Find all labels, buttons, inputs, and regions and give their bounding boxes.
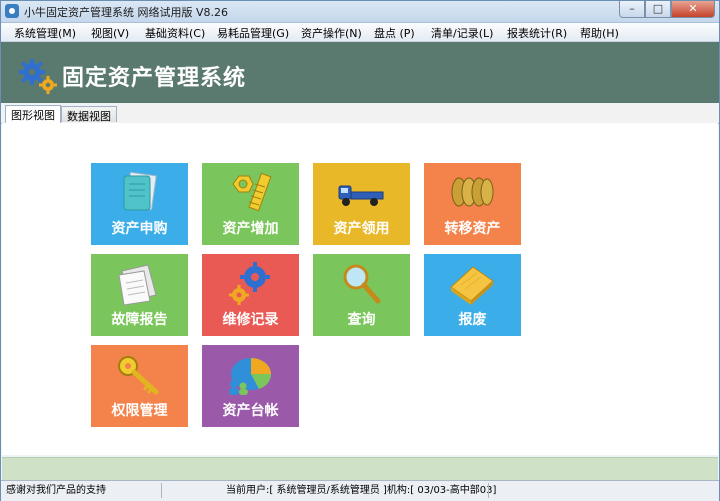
status-current-user: 当前用户:[ 系统管理员/系统管理员 ]机构:[ 03/03-高中部03] <box>226 485 497 496</box>
gears-logo-icon <box>19 59 57 94</box>
tab-graphic-view[interactable]: 图形视图 <box>5 105 61 123</box>
papers-icon <box>118 264 157 306</box>
menu-system[interactable]: 系统管理(M) <box>14 25 76 41</box>
truck-icon <box>338 185 384 206</box>
window-title: 小牛固定资产管理系统 网络试用版 V8.26 <box>24 6 229 19</box>
key-icon <box>118 356 159 395</box>
maximize-button[interactable]: □ <box>645 1 671 18</box>
app-window: 小牛固定资产管理系统 网络试用版 V8.26 – □ ✕ 系统管理(M) 视图(… <box>0 0 720 501</box>
menu-reports[interactable]: 报表统计(R) <box>507 25 567 41</box>
menu-view[interactable]: 视图(V) <box>91 25 129 41</box>
header-banner: 固定资产管理系统 <box>1 42 719 103</box>
tile-label: 查询 <box>347 312 376 328</box>
tile-scrap[interactable]: 报废 <box>424 254 521 336</box>
tile-label: 资产增加 <box>222 221 279 237</box>
footer-band <box>2 457 718 480</box>
tile-asset-add[interactable]: 资产增加 <box>202 163 299 245</box>
menu-help[interactable]: 帮助(H) <box>580 25 619 41</box>
close-button[interactable]: ✕ <box>671 1 715 18</box>
window-controls: – □ ✕ <box>619 1 715 18</box>
documents-icon <box>123 171 157 211</box>
view-tabs: 图形视图 数据视图 <box>1 105 719 124</box>
menu-lists-records[interactable]: 清单/记录(L) <box>431 25 493 41</box>
tile-label: 报废 <box>458 312 487 328</box>
tab-data-view[interactable]: 数据视图 <box>61 106 117 123</box>
tile-label: 权限管理 <box>111 403 168 419</box>
coins-icon <box>451 177 494 207</box>
tile-query[interactable]: 查询 <box>313 254 410 336</box>
bolt-nut-icon <box>232 172 272 212</box>
menu-bar: 系统管理(M) 视图(V) 基础资料(C) 易耗品管理(G) 资产操作(N) 盘… <box>1 23 719 42</box>
note-icon <box>450 266 494 305</box>
graphic-view-panel: 资产申购 资产增加 资产领用 转移资产 故障报告 维修记录 查询 报废 权限管理… <box>2 123 718 455</box>
tile-asset-purchase[interactable]: 资产申购 <box>91 163 188 245</box>
tile-asset-transfer[interactable]: 转移资产 <box>424 163 521 245</box>
title-bar[interactable]: 小牛固定资产管理系统 网络试用版 V8.26 – □ ✕ <box>1 1 719 23</box>
menu-consumables[interactable]: 易耗品管理(G) <box>217 25 289 41</box>
gears-icon <box>229 262 270 305</box>
tile-permission-management[interactable]: 权限管理 <box>91 345 188 427</box>
pie-chart-icon <box>229 358 272 395</box>
tile-repair-records[interactable]: 维修记录 <box>202 254 299 336</box>
menu-inventory[interactable]: 盘点 (P) <box>374 25 415 41</box>
magnifier-icon <box>343 264 381 304</box>
tile-label: 资产领用 <box>333 221 390 237</box>
status-divider <box>161 483 162 498</box>
status-bar: 感谢对我们产品的支持 当前用户:[ 系统管理员/系统管理员 ]机构:[ 03/0… <box>1 480 719 501</box>
menu-asset-ops[interactable]: 资产操作(N) <box>301 25 362 41</box>
status-divider <box>488 483 489 498</box>
menu-basic-data[interactable]: 基础资料(C) <box>145 25 205 41</box>
tile-label: 转移资产 <box>444 221 501 237</box>
tile-label: 故障报告 <box>111 312 168 328</box>
tile-asset-ledger[interactable]: 资产台帐 <box>202 345 299 427</box>
tile-label: 资产台帐 <box>222 403 279 419</box>
app-icon[interactable] <box>5 4 19 18</box>
minimize-button[interactable]: – <box>619 1 645 18</box>
status-message: 感谢对我们产品的支持 <box>6 485 106 496</box>
tile-fault-report[interactable]: 故障报告 <box>91 254 188 336</box>
tile-label: 维修记录 <box>222 312 279 328</box>
tile-label: 资产申购 <box>111 221 168 237</box>
banner-title: 固定资产管理系统 <box>62 66 247 91</box>
tile-asset-requisition[interactable]: 资产领用 <box>313 163 410 245</box>
